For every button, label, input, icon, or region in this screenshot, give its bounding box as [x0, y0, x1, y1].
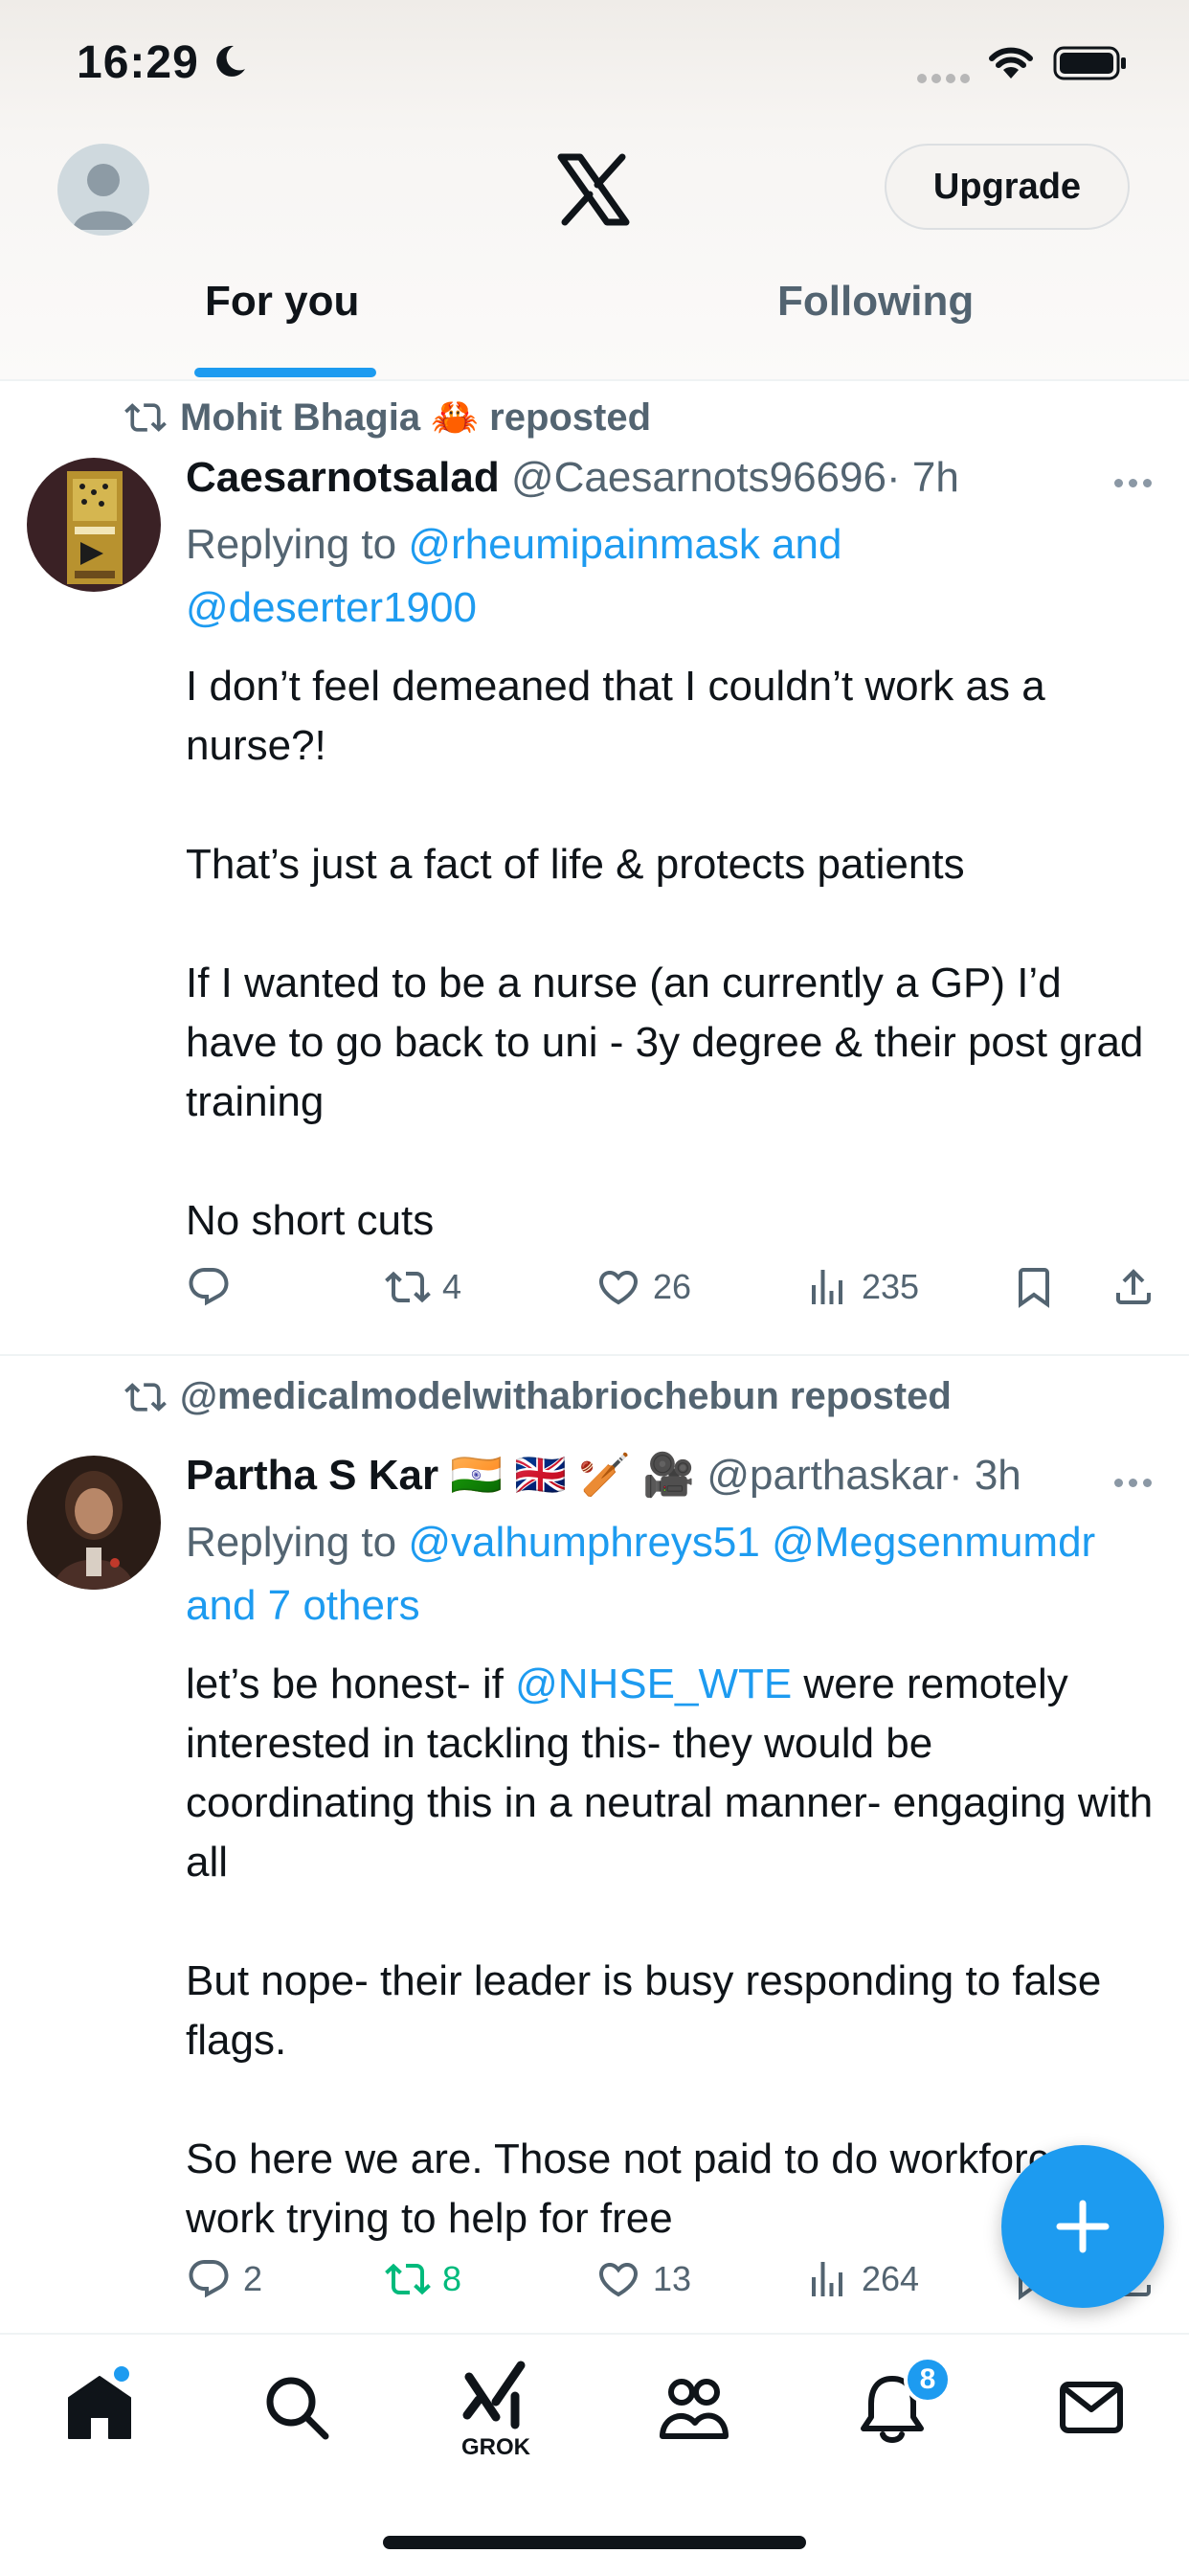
bookmark-button[interactable]: [1011, 1264, 1068, 1310]
active-tab-indicator: [194, 368, 376, 377]
replying-to-mentions-2[interactable]: @deserter1900: [186, 584, 477, 631]
retweet-count: 4: [442, 1267, 462, 1306]
nav-search[interactable]: [258, 2369, 335, 2446]
tweet-text: let’s be honest- if @NHSE_WTE were remot…: [186, 1655, 1162, 2248]
retweet-button[interactable]: 4: [385, 1264, 461, 1310]
battery-icon: [1053, 46, 1126, 80]
compose-post-button[interactable]: [1001, 2145, 1164, 2308]
replying-to: Replying to @valhumphreys51 @Megsenmumdr…: [186, 1511, 1162, 1638]
profile-avatar-button[interactable]: [57, 144, 149, 236]
author-handle[interactable]: @Caesarnots96696: [511, 454, 886, 501]
tweet-time: · 3h: [948, 1452, 1021, 1499]
reply-icon: [189, 1268, 229, 1306]
moon-icon: [216, 45, 245, 77]
wifi-icon: [989, 47, 1033, 79]
status-time: 16:29: [77, 37, 199, 88]
views-chart-icon: [812, 2262, 842, 2296]
tweet-actions: 4 26 235: [186, 1264, 1162, 1322]
top-header: Upgrade For you Following: [0, 134, 1189, 381]
cellular-signal-icon: [917, 71, 975, 88]
tab-for-you[interactable]: For you: [205, 278, 359, 326]
reply-icon: [189, 2260, 229, 2298]
replying-to-label: Replying to: [186, 1519, 409, 1566]
default-avatar-icon: [73, 164, 134, 230]
mail-icon: [1060, 2382, 1123, 2433]
heart-icon: [598, 2263, 639, 2297]
repost-by-text: @medicalmodelwithabriochebun reposted: [180, 1375, 952, 1417]
author-name[interactable]: Partha S Kar 🇮🇳 🇬🇧 🏏 🎥: [186, 1452, 695, 1499]
replying-to: Replying to @rheumipainmask and @deserte…: [186, 513, 1162, 640]
author-avatar[interactable]: [27, 1456, 161, 1590]
retweet-button[interactable]: 8: [385, 2256, 461, 2302]
repost-icon: [124, 402, 167, 432]
upgrade-button[interactable]: Upgrade: [885, 144, 1130, 230]
tab-following[interactable]: Following: [777, 278, 974, 326]
author-name[interactable]: Caesarnotsalad: [186, 454, 500, 501]
tweet-time: · 7h: [886, 454, 959, 501]
views-button[interactable]: 235: [804, 1264, 919, 1310]
search-icon: [266, 2377, 329, 2440]
replying-to-label: Replying to: [186, 521, 409, 568]
share-icon: [1116, 1269, 1151, 1304]
author-avatar[interactable]: [27, 458, 161, 592]
reply-button[interactable]: 2: [186, 2256, 262, 2302]
repost-icon: [124, 1382, 167, 1412]
tweet[interactable]: Mohit Bhagia 🦀 reposted Caesarnotsalad @…: [0, 381, 1189, 1354]
nav-home[interactable]: [61, 2363, 138, 2446]
replying-to-mentions[interactable]: @rheumipainmask and: [408, 521, 841, 568]
views-button[interactable]: 264: [804, 2256, 919, 2302]
tweet-header: Caesarnotsalad @Caesarnots96696· 7h: [186, 454, 959, 502]
repost-context: Mohit Bhagia 🦀 reposted: [124, 395, 651, 440]
replying-to-mentions[interactable]: @valhumphreys51 @Megsenmumdr: [408, 1519, 1095, 1566]
tweet-text-prefix: let’s be honest- if: [186, 1661, 516, 1707]
communities-icon: [660, 2379, 729, 2439]
mention-link[interactable]: @NHSE_WTE: [515, 1661, 792, 1707]
more-options-icon[interactable]: [1114, 1475, 1157, 1492]
plus-icon: [1056, 2200, 1110, 2253]
grok-icon: [462, 2361, 526, 2429]
repost-context: @medicalmodelwithabriochebun reposted: [124, 1375, 952, 1418]
reply-count: 2: [243, 2259, 263, 2298]
nav-communities[interactable]: [655, 2369, 731, 2446]
like-count: 13: [653, 2259, 692, 2298]
bookmark-icon: [1019, 1268, 1049, 1308]
repost-by-text: Mohit Bhagia 🦀 reposted: [180, 396, 652, 439]
tweet-text-rest: were remotely interested in tackling thi…: [186, 1661, 1154, 2242]
heart-icon: [598, 1271, 639, 1305]
tweet-header: Partha S Kar 🇮🇳 🇬🇧 🏏 🎥 @parthaskar· 3h: [186, 1450, 1021, 1500]
nav-grok[interactable]: [458, 2358, 534, 2434]
nav-messages[interactable]: [1053, 2369, 1130, 2446]
view-count: 235: [862, 1267, 920, 1306]
tweet-text: I don’t feel demeaned that I couldn’t wo…: [186, 663, 1144, 1244]
retweet-icon: [385, 2263, 431, 2295]
replying-to-mentions-2[interactable]: and 7 others: [186, 1582, 420, 1629]
like-button[interactable]: 26: [595, 1264, 691, 1310]
grok-label: GROK: [461, 2434, 530, 2460]
home-unread-dot: [111, 2363, 132, 2384]
retweet-count: 8: [442, 2259, 462, 2298]
like-count: 26: [653, 1267, 692, 1306]
notifications-badge: 8: [904, 2356, 952, 2404]
x-logo-icon: [557, 153, 630, 226]
like-button[interactable]: 13: [595, 2256, 691, 2302]
more-options-icon[interactable]: [1114, 475, 1157, 492]
view-count: 264: [862, 2259, 920, 2298]
views-chart-icon: [812, 1270, 842, 1304]
share-button[interactable]: [1110, 1264, 1168, 1310]
reply-button[interactable]: [186, 1264, 243, 1310]
retweet-icon: [385, 1271, 431, 1303]
status-bar: 16:29: [0, 0, 1189, 134]
author-handle[interactable]: @parthaskar: [707, 1452, 949, 1499]
home-indicator: [383, 2536, 806, 2549]
